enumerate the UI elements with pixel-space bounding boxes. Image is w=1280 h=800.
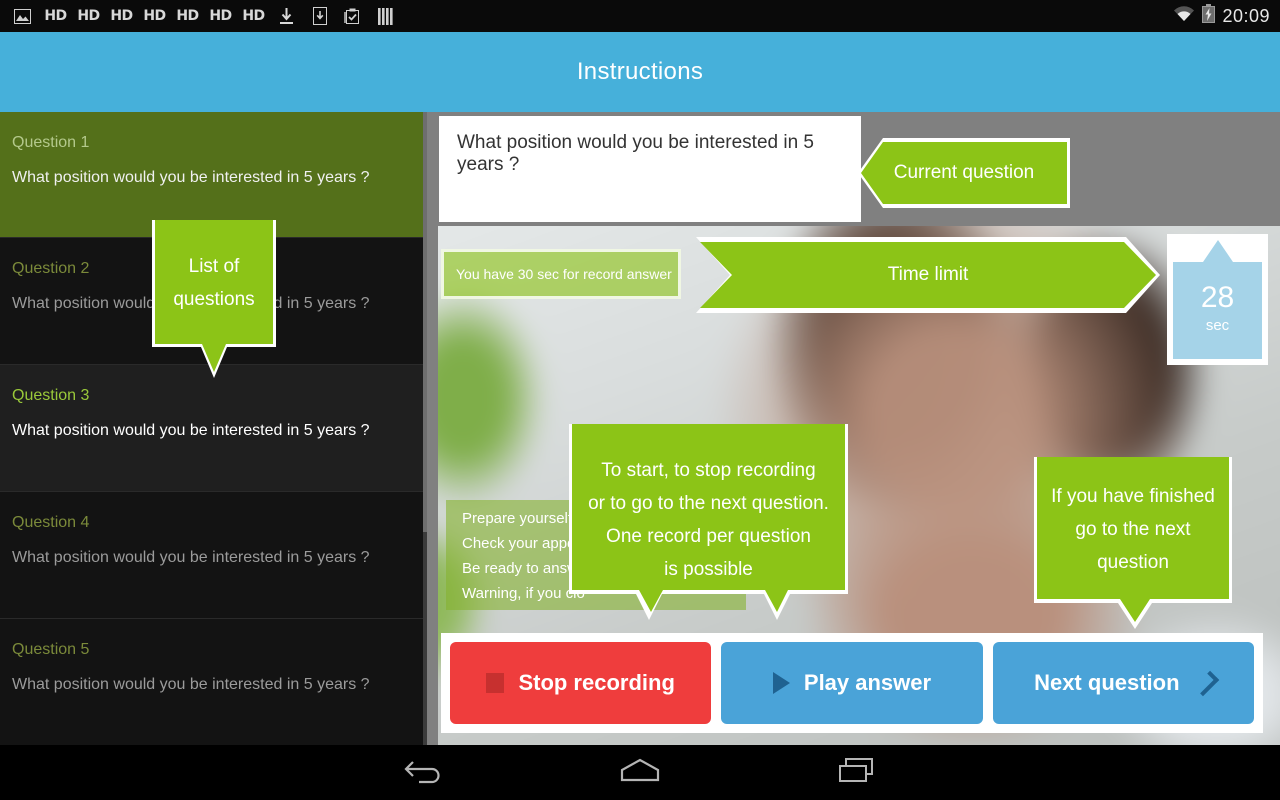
- sidebar-scrollbar[interactable]: [423, 112, 427, 745]
- button-label: Next question: [1034, 670, 1180, 695]
- status-bar-system-icons: 20:09: [1173, 4, 1280, 28]
- recent-apps-button[interactable]: [797, 745, 917, 800]
- back-button[interactable]: [365, 745, 485, 800]
- hd-icon: HD: [44, 8, 67, 24]
- time-note-text: You have 30 sec for record answer: [456, 266, 672, 282]
- hd-icon: HD: [77, 8, 100, 24]
- hd-icon: HD: [110, 8, 133, 24]
- question-number: Question 3: [12, 387, 90, 404]
- current-question-text: What position would you be interested in…: [457, 132, 814, 175]
- question-text: What position would you be interested in…: [12, 549, 370, 566]
- main-panel: What position would you be interested in…: [438, 112, 1280, 745]
- chevron-right-icon: [1193, 670, 1219, 696]
- stop-recording-button[interactable]: Stop recording: [450, 642, 712, 724]
- callout-line: or to go to the next question.: [588, 493, 829, 514]
- callout-line: questions: [173, 289, 255, 310]
- battery-charging-icon: [1202, 4, 1216, 28]
- wifi-icon: [1173, 5, 1195, 27]
- hd-icon: HD: [176, 8, 199, 24]
- play-answer-button[interactable]: Play answer: [721, 642, 983, 724]
- next-question-callout: If you have finished go to the next ques…: [1037, 457, 1229, 622]
- back-icon: [404, 756, 446, 789]
- question-text: What position would you be interested in…: [12, 676, 370, 693]
- status-bar-notification-icons: HD HD HD HD HD HD HD: [0, 0, 402, 32]
- current-question-callout: Current question: [861, 142, 1067, 204]
- callout-line: is possible: [664, 559, 753, 580]
- list-item[interactable]: Question 4 What position would you be in…: [0, 492, 427, 619]
- list-item[interactable]: Question 5 What position would you be in…: [0, 619, 427, 745]
- status-bar-clock: 20:09: [1222, 5, 1270, 26]
- callout-label: Current question: [893, 162, 1035, 183]
- timer-unit: sec: [1205, 317, 1230, 334]
- button-label: Play answer: [803, 670, 932, 695]
- home-button[interactable]: [580, 745, 700, 800]
- callout-line: List of: [188, 256, 240, 277]
- hd-icon: HD: [242, 8, 265, 24]
- android-status-bar: HD HD HD HD HD HD HD 20:09: [0, 0, 1280, 32]
- hd-icon: HD: [143, 8, 166, 24]
- recent-apps-icon: [836, 756, 878, 789]
- question-number: Question 1: [12, 134, 90, 151]
- time-note-box: You have 30 sec for record answer: [441, 249, 681, 299]
- image-icon: [6, 0, 39, 32]
- clipboard-check-icon: [336, 0, 369, 32]
- list-item-active[interactable]: Question 3 What position would you be in…: [0, 365, 427, 492]
- action-button-bar: Stop recording Play answer Next question: [441, 633, 1263, 733]
- callout-line: go to the next: [1075, 519, 1191, 540]
- callout-line: question: [1097, 552, 1169, 573]
- question-number: Question 5: [12, 641, 90, 658]
- app-content: Question 1 What position would you be in…: [0, 112, 1280, 745]
- list-item[interactable]: Question 1 What position would you be in…: [0, 112, 427, 238]
- question-text: What position would you be interested in…: [12, 169, 370, 186]
- callout-line: One record per question: [606, 526, 811, 547]
- bars-icon: [369, 0, 402, 32]
- current-question-box: What position would you be interested in…: [439, 116, 861, 222]
- app-title-bar: Instructions: [0, 32, 1280, 112]
- sidebar-scrollbar-thumb[interactable]: [423, 112, 427, 532]
- questions-sidebar[interactable]: Question 1 What position would you be in…: [0, 112, 427, 745]
- button-label: Stop recording: [518, 670, 675, 695]
- callout-label: Time limit: [887, 264, 969, 285]
- play-triangle-icon: [772, 672, 790, 694]
- question-number: Question 4: [12, 514, 90, 531]
- time-limit-callout: Time limit: [700, 242, 1156, 308]
- callout-line: To start, to stop recording: [601, 460, 816, 481]
- download-icon: [270, 0, 303, 32]
- android-navigation-bar: [0, 745, 1280, 800]
- question-text: What position would you be interested in…: [12, 422, 370, 439]
- home-icon: [617, 756, 663, 789]
- save-to-device-icon: [303, 0, 336, 32]
- hd-icon: HD: [209, 8, 232, 24]
- timer-value: 28: [1200, 281, 1235, 314]
- callout-line: If you have finished: [1051, 486, 1215, 507]
- stop-square-icon: [486, 673, 505, 693]
- next-question-button[interactable]: Next question: [992, 642, 1254, 724]
- page-title: Instructions: [576, 58, 704, 85]
